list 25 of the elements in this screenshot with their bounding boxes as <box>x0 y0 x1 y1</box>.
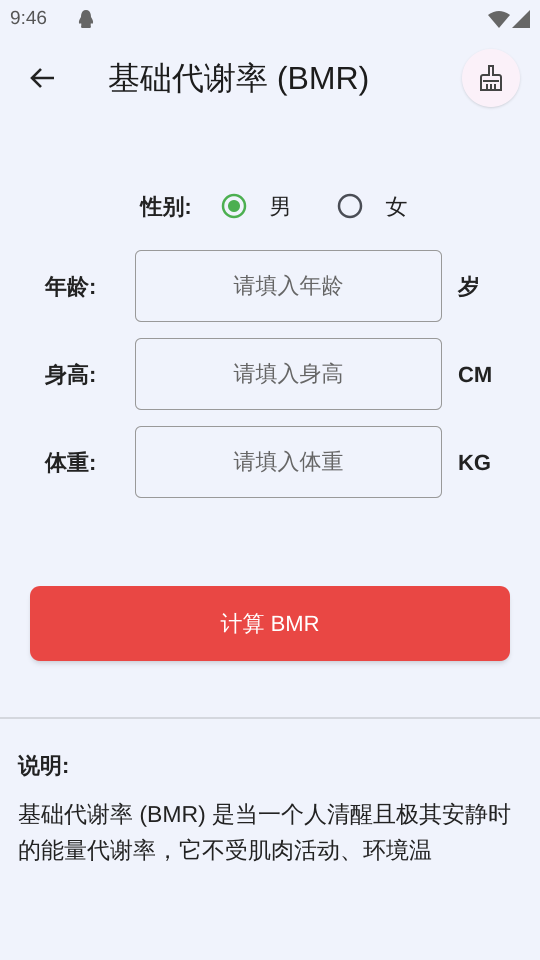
wifi-icon <box>488 10 510 28</box>
field-label: 年龄: <box>45 272 98 300</box>
radio-label[interactable]: 女 <box>386 190 408 222</box>
field-label: 身高: <box>45 360 98 388</box>
back-arrow-icon <box>28 66 56 90</box>
radio-button[interactable] <box>220 192 248 220</box>
input-field[interactable]: 请填入身高 <box>135 338 442 410</box>
clear-button[interactable] <box>462 49 520 107</box>
radio-button[interactable] <box>336 192 364 220</box>
description-heading: 说明: <box>18 752 70 780</box>
gender-label: 性别: <box>140 192 192 220</box>
input-field[interactable]: 请填入年龄 <box>135 250 442 322</box>
field-label: 体重: <box>45 448 98 476</box>
unit-label: 岁 <box>458 272 480 300</box>
description-text: 基础代谢率 (BMR) 是当一个人清醒且极其安静时的能量代谢率，它不受肌肉活动、环境温 <box>18 800 512 865</box>
penguin-icon <box>76 9 95 29</box>
calculate-button[interactable]: 计算 BMR <box>30 586 510 661</box>
input-field[interactable]: 请填入体重 <box>135 426 442 498</box>
signal-icon <box>512 10 530 28</box>
unit-label: KG <box>458 448 491 476</box>
broom-icon <box>479 64 503 92</box>
status-time: 9:46 <box>10 6 47 31</box>
page-title: 基础代谢率 (BMR) <box>108 59 370 98</box>
radio-label[interactable]: 男 <box>270 190 292 222</box>
unit-label: CM <box>458 360 492 388</box>
